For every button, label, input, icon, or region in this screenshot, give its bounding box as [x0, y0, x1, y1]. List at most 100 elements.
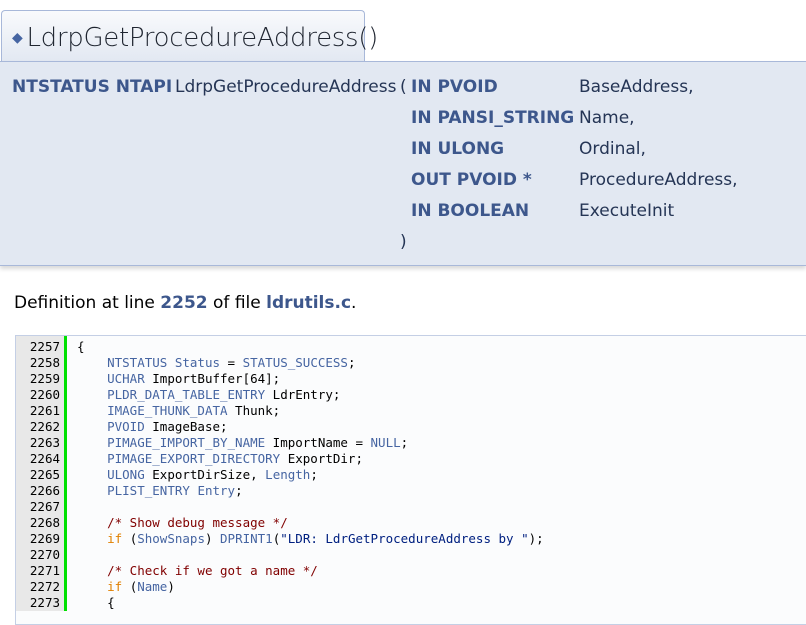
code-line: 2266 PLIST_ENTRY Entry; [16, 483, 806, 499]
code-line: 2260 PLDR_DATA_TABLE_ENTRY LdrEntry; [16, 387, 806, 403]
code-token: ) [204, 531, 221, 546]
line-number[interactable]: 2271 [16, 563, 67, 579]
line-number[interactable]: 2269 [16, 531, 67, 547]
code-token: PLDR_DATA_TABLE_ENTRY [107, 387, 266, 402]
code-line: 2264 PIMAGE_EXPORT_DIRECTORY ExportDir; [16, 451, 806, 467]
param-name: BaseAddress, [579, 77, 694, 97]
code-token: ; [310, 467, 318, 482]
return-type: NTSTATUS NTAPI [12, 77, 173, 97]
code-token: DPRINT1 [220, 531, 273, 546]
line-number[interactable]: 2261 [16, 403, 67, 419]
code-token: Entry [197, 483, 236, 498]
code-token: Thunk; [227, 403, 281, 418]
code-line: 2271 /* Check if we got a name */ [16, 563, 806, 579]
code-line: 2262 PVOID ImageBase; [16, 419, 806, 435]
code-line: 2257 { [16, 339, 806, 355]
line-link[interactable]: 2252 [160, 293, 207, 313]
code-line: 2265 ULONG ExportDirSize, Length; [16, 467, 806, 483]
code-token: ShowSnaps [137, 531, 205, 546]
code-token: Length [265, 467, 311, 482]
code-line: 2258 NTSTATUS Status = STATUS_SUCCESS; [16, 355, 806, 371]
code-token: ULONG [107, 467, 145, 482]
line-number[interactable]: 2273 [16, 595, 67, 611]
code-token: ( [122, 579, 138, 594]
code-token: Name [137, 579, 168, 594]
code-line: 2259 UCHAR ImportBuffer[64]; [16, 371, 806, 387]
param-type: IN PANSI_STRING [411, 108, 575, 128]
code-line: 2270 [16, 547, 806, 563]
code-token: PIMAGE_IMPORT_BY_NAME [107, 435, 266, 450]
code-fragment: 2257 {2258 NTSTATUS Status = STATUS_SUCCE… [15, 335, 806, 625]
code-token: /* Check if we got a name */ [107, 563, 318, 578]
code-token: { [77, 595, 115, 610]
code-token: ; [347, 355, 356, 370]
code-token: ; [400, 435, 409, 450]
line-number[interactable]: 2258 [16, 355, 67, 371]
code-token: LdrEntry; [265, 387, 341, 402]
member-title: LdrpGetProcedureAddress() [26, 23, 378, 53]
line-number[interactable]: 2262 [16, 419, 67, 435]
line-number[interactable]: 2257 [16, 339, 67, 355]
code-token: NULL [370, 435, 401, 450]
code-line: 2273 { [16, 595, 806, 611]
code-token: ( [122, 531, 138, 546]
line-number[interactable]: 2264 [16, 451, 67, 467]
line-number[interactable]: 2263 [16, 435, 67, 451]
param-type: IN BOOLEAN [411, 201, 530, 221]
code-token: STATUS_SUCCESS [242, 355, 348, 370]
file-link[interactable]: ldrutils.c [266, 293, 351, 313]
code-token: UCHAR [107, 371, 145, 386]
code-token: { [77, 339, 85, 354]
line-number[interactable]: 2268 [16, 515, 67, 531]
line-number[interactable]: 2260 [16, 387, 67, 403]
code-token: /* Show debug message */ [107, 515, 288, 530]
line-number[interactable]: 2272 [16, 579, 67, 595]
code-token: if [107, 531, 123, 546]
code-token: ImageBase; [144, 419, 228, 434]
param-type: IN PVOID [411, 77, 498, 97]
code-token: PLIST_ENTRY [107, 483, 190, 498]
line-number[interactable]: 2265 [16, 467, 67, 483]
diamond-icon: ◆ [12, 30, 23, 46]
code-line: 2268 /* Show debug message */ [16, 515, 806, 531]
code-token: ) [167, 579, 175, 594]
code-token: NTSTATUS [107, 355, 168, 370]
code-token: ImportName = [265, 435, 371, 450]
code-line: 2269 if (ShowSnaps) DPRINT1("LDR: LdrGet… [16, 531, 806, 547]
code-token: "LDR: LdrGetProcedureAddress by " [280, 531, 529, 546]
line-number[interactable]: 2259 [16, 371, 67, 387]
code-line: 2267 [16, 499, 806, 515]
param-type: OUT PVOID * [411, 170, 532, 190]
line-number[interactable]: 2266 [16, 483, 67, 499]
param-name: Name, [579, 108, 635, 128]
code-line: 2272 if (Name) [16, 579, 806, 595]
param-type: IN ULONG [411, 139, 505, 159]
line-number[interactable]: 2270 [16, 547, 67, 563]
code-token: = [220, 355, 243, 370]
param-name: Ordinal, [579, 139, 646, 159]
code-token: IMAGE_THUNK_DATA [107, 403, 228, 418]
code-token: ExportDirSize, [144, 467, 266, 482]
member-title-tab: ◆ LdrpGetProcedureAddress() [1, 10, 378, 62]
line-number[interactable]: 2267 [16, 499, 67, 515]
definition-line: Definition at line 2252 of file ldrutils… [14, 293, 357, 313]
code-line: 2261 IMAGE_THUNK_DATA Thunk; [16, 403, 806, 419]
close-paren: ) [400, 232, 407, 252]
code-token: ExportDir; [280, 451, 363, 466]
param-name: ExecuteInit [579, 201, 675, 221]
code-token: Status [174, 355, 221, 370]
function-prototype: NTSTATUS NTAPI LdrpGetProcedureAddress (… [0, 61, 806, 266]
open-paren: ( [400, 77, 407, 97]
